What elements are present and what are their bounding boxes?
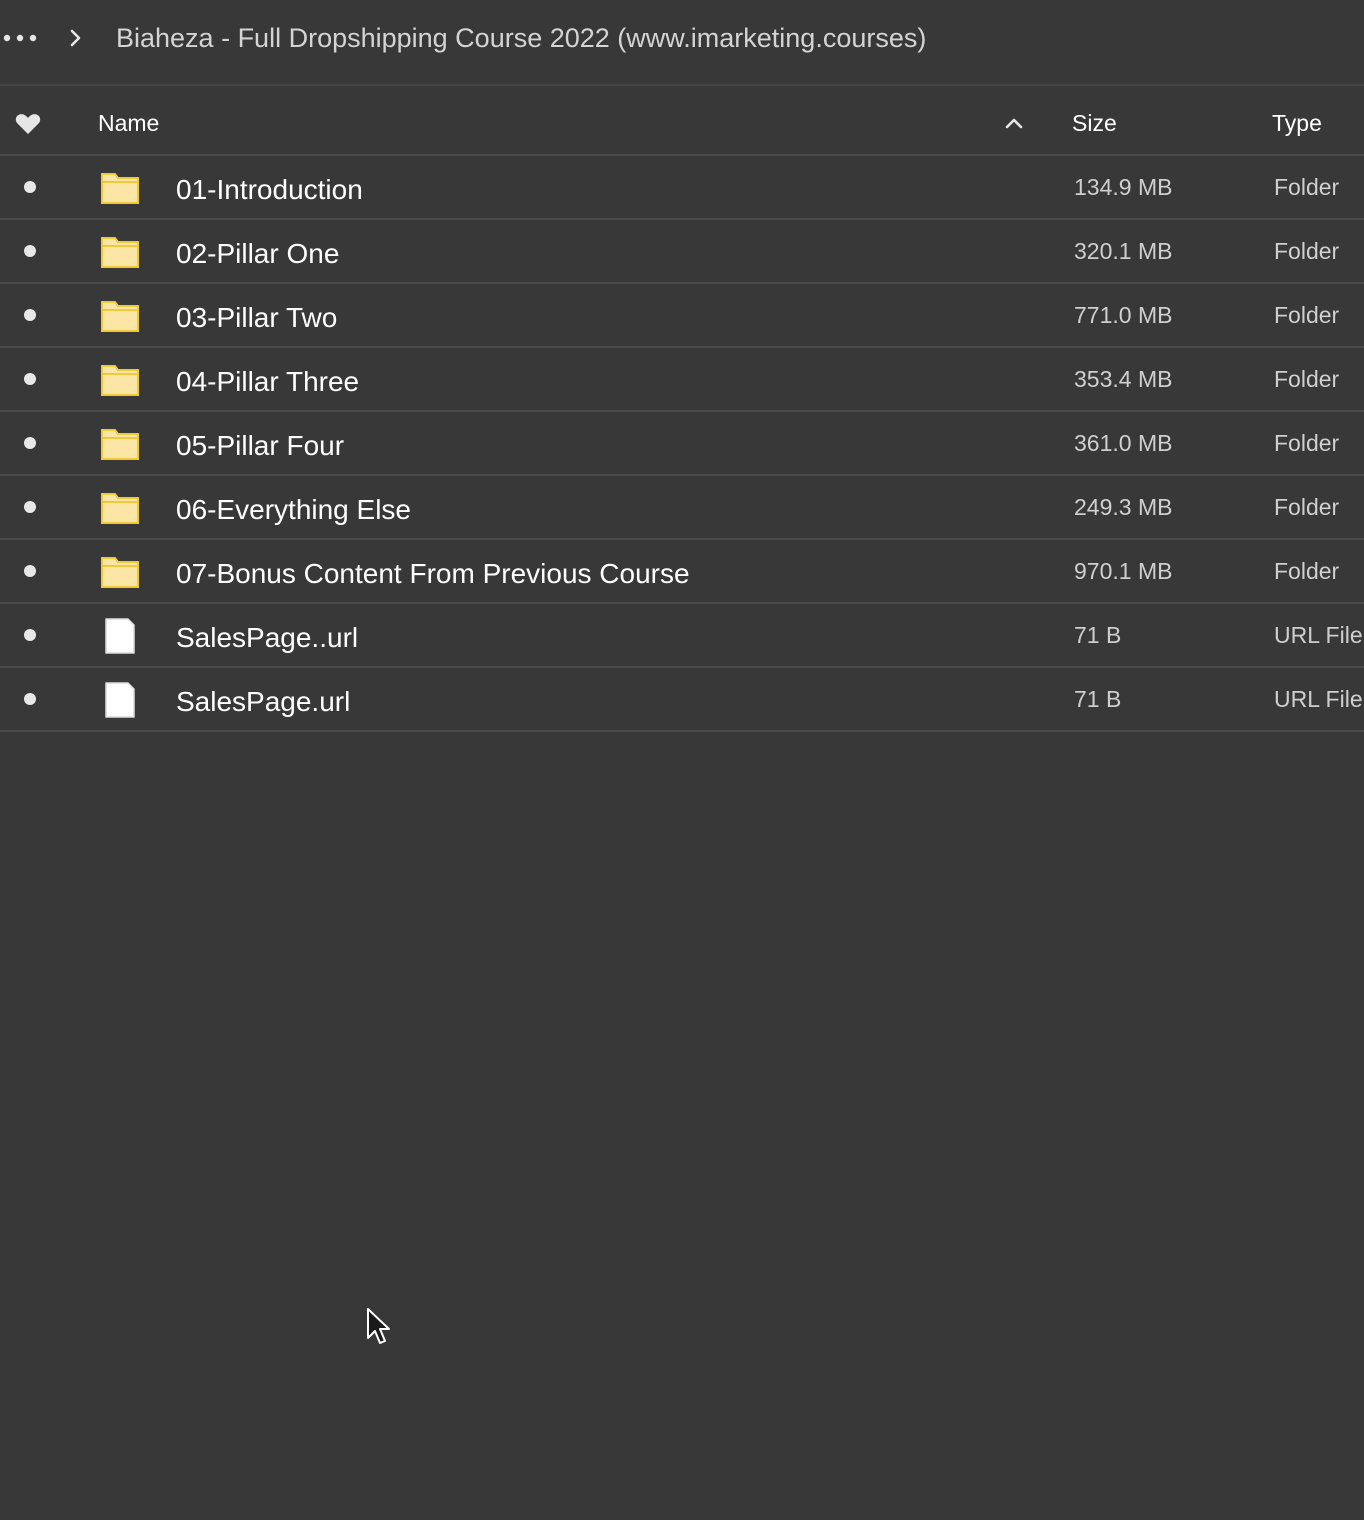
file-icon <box>105 618 135 654</box>
breadcrumb: Biaheza - Full Dropshipping Course 2022 … <box>0 0 1364 86</box>
item-type: Folder <box>1274 558 1340 584</box>
item-name[interactable]: 05-Pillar Four <box>176 428 344 464</box>
table-row[interactable]: SalesPage..url 71 B URL File <box>0 604 1364 668</box>
item-name[interactable]: 07-Bonus Content From Previous Course <box>176 556 690 592</box>
item-name[interactable]: 02-Pillar One <box>176 236 339 272</box>
item-type: Folder <box>1274 494 1340 520</box>
row-bullet <box>24 501 36 513</box>
item-type: Folder <box>1274 366 1340 392</box>
file-list: 01-Introduction 134.9 MB Folder 02-Pilla… <box>0 156 1364 732</box>
item-type: Folder <box>1274 302 1340 328</box>
row-bullet <box>24 245 36 257</box>
item-name[interactable]: 01-Introduction <box>176 172 363 208</box>
item-size: 970.1 MB <box>1074 558 1173 584</box>
item-size: 771.0 MB <box>1074 302 1173 328</box>
row-bullet <box>24 309 36 321</box>
item-name[interactable]: 06-Everything Else <box>176 492 411 528</box>
file-icon <box>105 682 135 718</box>
row-bullet <box>24 565 36 577</box>
item-name[interactable]: SalesPage.url <box>176 684 350 720</box>
row-bullet <box>24 373 36 385</box>
table-row[interactable]: 06-Everything Else 249.3 MB Folder <box>0 476 1364 540</box>
folder-icon <box>101 237 139 268</box>
more-horizontal-icon[interactable] <box>2 28 42 48</box>
table-row[interactable]: 01-Introduction 134.9 MB Folder <box>0 156 1364 220</box>
item-type: URL File <box>1274 686 1363 712</box>
name-column-header[interactable]: Name <box>98 108 159 138</box>
item-type: URL File <box>1274 622 1363 648</box>
mouse-pointer-icon <box>367 1308 390 1344</box>
row-bullet <box>24 629 36 641</box>
row-bullet <box>24 437 36 449</box>
table-row[interactable]: 03-Pillar Two 771.0 MB Folder <box>0 284 1364 348</box>
table-row[interactable]: 07-Bonus Content From Previous Course 97… <box>0 540 1364 604</box>
chevron-right-icon <box>70 29 81 47</box>
folder-icon <box>101 493 139 524</box>
table-row[interactable]: 02-Pillar One 320.1 MB Folder <box>0 220 1364 284</box>
file-browser: Biaheza - Full Dropshipping Course 2022 … <box>0 0 1364 1520</box>
type-column-header[interactable]: Type <box>1272 108 1322 138</box>
table-row[interactable]: SalesPage.url 71 B URL File <box>0 668 1364 732</box>
item-name[interactable]: SalesPage..url <box>176 620 358 656</box>
chevron-up-icon[interactable] <box>1002 114 1026 132</box>
item-name[interactable]: 04-Pillar Three <box>176 364 359 400</box>
folder-icon <box>101 301 139 332</box>
table-row[interactable]: 05-Pillar Four 361.0 MB Folder <box>0 412 1364 476</box>
folder-icon <box>101 173 139 204</box>
folder-icon <box>101 365 139 396</box>
item-size: 353.4 MB <box>1074 366 1173 392</box>
row-bullet <box>24 693 36 705</box>
row-bullet <box>24 181 36 193</box>
item-size: 134.9 MB <box>1074 174 1173 200</box>
item-size: 249.3 MB <box>1074 494 1173 520</box>
table-row[interactable]: 04-Pillar Three 353.4 MB Folder <box>0 348 1364 412</box>
item-name[interactable]: 03-Pillar Two <box>176 300 337 336</box>
breadcrumb-current-folder[interactable]: Biaheza - Full Dropshipping Course 2022 … <box>116 20 926 56</box>
folder-icon <box>101 557 139 588</box>
heart-icon[interactable] <box>14 112 42 136</box>
table-header: Name Size Type <box>0 88 1364 156</box>
item-type: Folder <box>1274 174 1340 200</box>
item-size: 71 B <box>1074 686 1122 712</box>
size-column-header[interactable]: Size <box>1072 108 1117 138</box>
item-size: 320.1 MB <box>1074 238 1173 264</box>
item-type: Folder <box>1274 430 1340 456</box>
folder-icon <box>101 429 139 460</box>
item-size: 71 B <box>1074 622 1122 648</box>
item-type: Folder <box>1274 238 1340 264</box>
item-size: 361.0 MB <box>1074 430 1173 456</box>
